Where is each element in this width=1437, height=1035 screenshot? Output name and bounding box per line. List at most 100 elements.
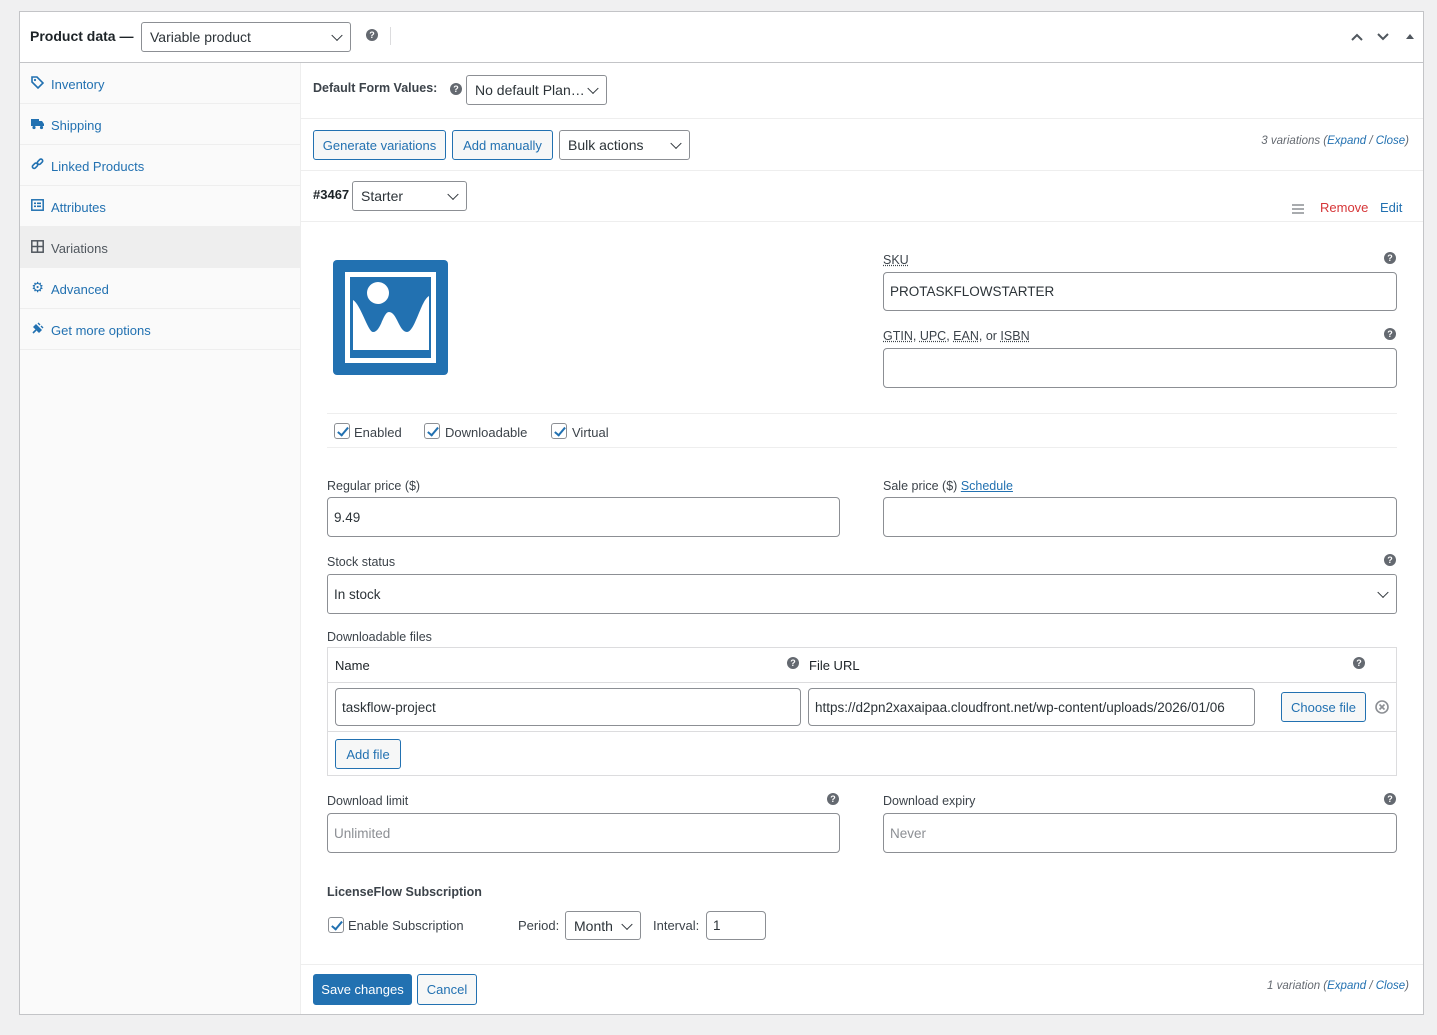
- stock-status-label: Stock status: [327, 555, 396, 569]
- default-plan-select[interactable]: No default Plan…: [466, 75, 607, 105]
- tab-label: Variations: [51, 241, 108, 256]
- files-table-header: Name ? File URL ?: [328, 648, 1396, 683]
- count-text: 1 variation (: [1267, 980, 1328, 992]
- grid-icon: [31, 240, 44, 253]
- gear-icon: ⚙: [31, 279, 44, 295]
- expand-link[interactable]: Expand: [1327, 135, 1366, 147]
- help-icon[interactable]: ?: [450, 83, 462, 95]
- help-icon[interactable]: ?: [1384, 793, 1396, 805]
- downloadable-checkbox[interactable]: [424, 423, 440, 439]
- remove-link[interactable]: Remove: [1320, 200, 1368, 215]
- image-placeholder-icon: [345, 272, 436, 363]
- add-manually-button[interactable]: Add manually: [452, 130, 553, 160]
- tab-label: Advanced: [51, 282, 109, 297]
- bulk-actions-select[interactable]: Bulk actions: [559, 130, 690, 160]
- sep-text: ,: [912, 329, 920, 343]
- download-limit-label: Download limit: [327, 794, 409, 808]
- close-link[interactable]: Close: [1376, 135, 1405, 147]
- chevron-down-icon: [587, 82, 599, 95]
- footer-variation-count: 1 variation (Expand / Close): [1267, 980, 1409, 992]
- variation-plan-select[interactable]: Starter: [352, 181, 467, 211]
- save-changes-button[interactable]: Save changes: [313, 974, 412, 1005]
- interval-label: Interval:: [653, 918, 700, 933]
- tab-label: Shipping: [51, 118, 102, 133]
- divider: [327, 413, 1397, 414]
- divider: [327, 447, 1397, 448]
- download-expiry-input[interactable]: Never: [883, 813, 1397, 853]
- generate-variations-button[interactable]: Generate variations: [313, 130, 446, 160]
- help-icon[interactable]: ?: [1353, 657, 1365, 669]
- ean-abbr: EAN: [953, 329, 979, 343]
- downloadable-files-label: Downloadable files: [327, 630, 432, 644]
- sep-text: , or: [978, 329, 1001, 343]
- help-icon[interactable]: ?: [787, 657, 799, 669]
- slash-text: /: [1366, 135, 1376, 147]
- isbn-abbr: ISBN: [1000, 329, 1030, 343]
- collapse-toggle-icon[interactable]: [1404, 31, 1416, 43]
- slash-text: /: [1366, 980, 1376, 992]
- file-row: taskflow-project https://d2pn2xaxaipaa.c…: [328, 683, 1396, 732]
- variation-id: #3467: [313, 187, 350, 202]
- tab-get-more-options[interactable]: Get more options: [20, 309, 300, 350]
- product-type-select[interactable]: Variable product: [141, 22, 351, 52]
- variations-count: 3 variations (Expand / Close): [1261, 135, 1409, 147]
- help-icon[interactable]: ?: [1384, 252, 1396, 264]
- virtual-label: Virtual: [572, 425, 609, 440]
- tab-variations[interactable]: Variations: [20, 227, 300, 268]
- period-select[interactable]: Month: [565, 911, 641, 940]
- enable-subscription-checkbox[interactable]: [328, 917, 344, 933]
- sku-input[interactable]: PROTASKFLOWSTARTER: [883, 272, 1397, 311]
- stock-status-value: In stock: [334, 586, 381, 602]
- choose-file-button[interactable]: Choose file: [1281, 692, 1366, 722]
- gtin-input[interactable]: [883, 348, 1397, 388]
- subscription-title: LicenseFlow Subscription: [327, 885, 482, 899]
- tag-icon: [31, 76, 45, 90]
- move-down-icon[interactable]: [1376, 30, 1390, 44]
- product-data-tabs: Inventory Shipping Linked Products Attri…: [20, 63, 301, 1014]
- download-limit-input[interactable]: Unlimited: [327, 813, 840, 853]
- add-file-button[interactable]: Add file: [335, 739, 401, 769]
- gtin-abbr: GTIN: [883, 329, 913, 343]
- count-text: 3 variations (: [1261, 135, 1328, 147]
- tab-inventory[interactable]: Inventory: [20, 63, 300, 104]
- cancel-button[interactable]: Cancel: [417, 974, 477, 1005]
- panel-header: Product data — Variable product ?: [20, 12, 1423, 63]
- list-icon: [31, 199, 44, 212]
- file-url-input[interactable]: https://d2pn2xaxaipaa.cloudfront.net/wp-…: [808, 688, 1255, 726]
- period-value: Month: [574, 917, 613, 934]
- tab-label: Get more options: [51, 323, 151, 338]
- delete-file-icon[interactable]: [1375, 700, 1389, 714]
- interval-input[interactable]: 1: [706, 911, 766, 940]
- stock-status-select[interactable]: In stock: [327, 574, 1397, 614]
- product-type-value: Variable product: [150, 29, 251, 45]
- tab-label: Inventory: [51, 77, 105, 92]
- enabled-checkbox[interactable]: [334, 423, 350, 439]
- expand-link[interactable]: Expand: [1327, 980, 1366, 992]
- divider: [301, 221, 1423, 222]
- tab-shipping[interactable]: Shipping: [20, 104, 300, 145]
- help-icon[interactable]: ?: [1384, 554, 1396, 566]
- help-icon[interactable]: ?: [366, 29, 378, 41]
- help-icon[interactable]: ?: [827, 793, 839, 805]
- regular-price-input[interactable]: 9.49: [327, 497, 840, 537]
- drag-handle-icon[interactable]: [1292, 204, 1304, 214]
- tab-linked-products[interactable]: Linked Products: [20, 145, 300, 186]
- help-icon[interactable]: ?: [1384, 328, 1396, 340]
- file-name-input[interactable]: taskflow-project: [335, 688, 801, 726]
- move-up-icon[interactable]: [1350, 30, 1364, 44]
- default-plan-value: No default Plan…: [475, 82, 585, 98]
- schedule-link[interactable]: Schedule: [961, 479, 1013, 493]
- product-data-panel: Product data — Variable product ? Invent…: [19, 11, 1424, 1015]
- default-form-values-label: Default Form Values:: [313, 81, 438, 95]
- chevron-down-icon: [621, 918, 633, 930]
- close-link[interactable]: Close: [1376, 980, 1405, 992]
- edit-link[interactable]: Edit: [1380, 200, 1402, 215]
- tab-attributes[interactable]: Attributes: [20, 186, 300, 227]
- variation-image-upload[interactable]: [333, 260, 448, 375]
- virtual-checkbox[interactable]: [551, 423, 567, 439]
- plugin-icon: [31, 322, 44, 335]
- tab-advanced[interactable]: ⚙ Advanced: [20, 268, 300, 309]
- sale-price-input[interactable]: [883, 497, 1397, 537]
- divider: [301, 118, 1423, 119]
- truck-icon: [31, 117, 44, 130]
